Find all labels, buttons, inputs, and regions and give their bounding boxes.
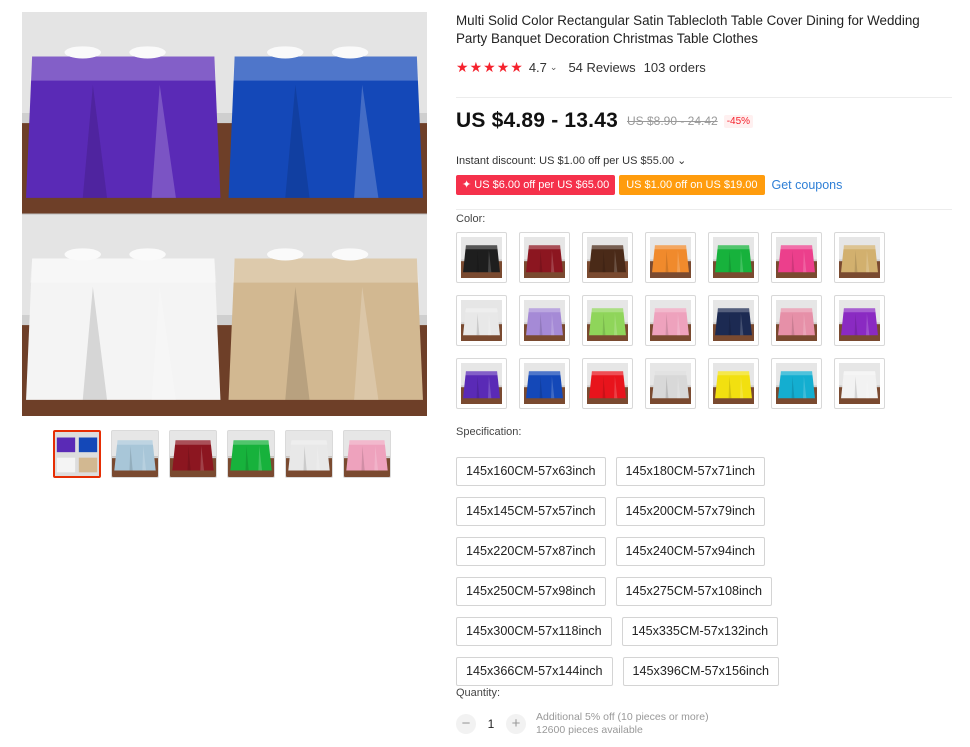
spec-option[interactable]: 145x200CM-57x79inch <box>615 497 766 526</box>
stock-available: 12600 pieces available <box>536 723 643 736</box>
star-icon: ★ <box>496 59 510 75</box>
color-swatch-19[interactable] <box>708 358 759 409</box>
color-swatch-17[interactable] <box>582 358 633 409</box>
color-label: Color: <box>456 213 486 225</box>
spec-row: 145x160CM-57x63inch 145x180CM-57x71inch <box>456 457 956 486</box>
instant-discount[interactable]: Instant discount: US $1.00 off per US $5… <box>456 154 686 167</box>
main-product-image[interactable] <box>22 12 427 416</box>
thumbnail-strip <box>53 430 391 478</box>
color-swatch-11[interactable] <box>645 295 696 346</box>
color-swatch-7[interactable] <box>834 232 885 283</box>
spec-option[interactable]: 145x335CM-57x132inch <box>621 617 779 646</box>
color-swatch-10[interactable] <box>582 295 633 346</box>
color-swatch-21[interactable] <box>834 358 885 409</box>
spec-row: 145x366CM-57x144inch 145x396CM-57x156inch <box>456 657 956 686</box>
spec-option[interactable]: 145x250CM-57x98inch <box>456 577 606 606</box>
thumbnail-2[interactable] <box>111 430 159 478</box>
color-swatch-3[interactable] <box>582 232 633 283</box>
star-icon: ★ <box>469 59 483 75</box>
color-swatch-15[interactable] <box>456 358 507 409</box>
spec-option[interactable]: 145x180CM-57x71inch <box>615 457 766 486</box>
thumbnail-5[interactable] <box>285 430 333 478</box>
star-icon: ★ <box>510 59 523 75</box>
get-coupons-link[interactable]: Get coupons <box>772 178 843 192</box>
product-title: Multi Solid Color Rectangular Satin Tabl… <box>456 13 920 46</box>
spec-option[interactable]: 145x160CM-57x63inch <box>456 457 606 486</box>
thumbnail-6[interactable] <box>343 430 391 478</box>
divider <box>456 97 952 98</box>
spec-row: 145x220CM-57x87inch 145x240CM-57x94inch <box>456 537 956 566</box>
spec-row: 145x145CM-57x57inch 145x200CM-57x79inch <box>456 497 956 526</box>
star-icon: ★ <box>456 59 469 75</box>
color-swatch-16[interactable] <box>519 358 570 409</box>
color-swatch-4[interactable] <box>645 232 696 283</box>
rating-value[interactable]: 4.7 <box>529 60 547 75</box>
spec-option[interactable]: 145x220CM-57x87inch <box>456 537 606 566</box>
spec-row: 145x300CM-57x118inch 145x335CM-57x132inch <box>456 617 956 646</box>
coupon-select[interactable]: US $1.00 off on US $19.00 <box>619 175 765 195</box>
quantity-input[interactable]: 1 <box>476 717 506 731</box>
star-icon: ★ <box>483 59 496 75</box>
specification-options: 145x160CM-57x63inch 145x180CM-57x71inch 14… <box>456 457 956 697</box>
thumbnail-3[interactable] <box>169 430 217 478</box>
orders-count: 103 orders <box>643 59 706 75</box>
thumbnail-4[interactable] <box>227 430 275 478</box>
spec-option[interactable]: 145x145CM-57x57inch <box>456 497 606 526</box>
quantity-stepper: − 1 + Additional 5% off (10 pieces or mo… <box>456 711 709 736</box>
quantity-note: Additional 5% off (10 pieces or more) 12… <box>536 711 709 736</box>
color-swatch-20[interactable] <box>771 358 822 409</box>
tablecloth-photo <box>22 12 427 416</box>
color-swatch-2[interactable] <box>519 232 570 283</box>
spec-option[interactable]: 145x366CM-57x144inch <box>456 657 613 686</box>
spec-option[interactable]: 145x275CM-57x108inch <box>615 577 773 606</box>
color-swatch-5[interactable] <box>708 232 759 283</box>
color-swatch-9[interactable] <box>519 295 570 346</box>
spec-option[interactable]: 145x396CM-57x156inch <box>622 657 780 686</box>
color-swatch-13[interactable] <box>771 295 822 346</box>
decrease-quantity-button[interactable]: − <box>456 713 476 734</box>
color-swatch-18[interactable] <box>645 358 696 409</box>
rating-row: ★ ★ ★ ★ ★ 4.7 ⌄ 54 Reviews 103 orders <box>456 59 956 75</box>
spec-row: 145x250CM-57x98inch 145x275CM-57x108inch <box>456 577 956 606</box>
color-swatch-12[interactable] <box>708 295 759 346</box>
thumbnail-1[interactable] <box>53 430 101 478</box>
divider <box>456 209 952 210</box>
star-rating: ★ ★ ★ ★ ★ <box>456 60 523 74</box>
price-row: US $4.89 - 13.43 US $8.90 - 24.42 -45% <box>456 107 754 135</box>
color-options <box>456 232 885 409</box>
color-swatch-1[interactable] <box>456 232 507 283</box>
current-price: US $4.89 - 13.43 <box>456 109 618 132</box>
specification-label: Specification: <box>456 426 522 438</box>
discount-badge: -45% <box>723 114 754 128</box>
original-price: US $8.90 - 24.42 <box>626 114 718 128</box>
spec-option[interactable]: 145x240CM-57x94inch <box>615 537 766 566</box>
increase-quantity-button[interactable]: + <box>506 713 526 734</box>
quantity-label: Quantity: <box>456 687 501 699</box>
bulk-discount-note: Additional 5% off (10 pieces or more) <box>536 711 709 723</box>
coupon-store[interactable]: ✦ US $6.00 off per US $65.00 <box>456 175 616 195</box>
color-swatch-6[interactable] <box>771 232 822 283</box>
spec-option[interactable]: 145x300CM-57x118inch <box>456 617 612 646</box>
color-swatch-8[interactable] <box>456 295 507 346</box>
color-swatch-14[interactable] <box>834 295 885 346</box>
product-info: Multi Solid Color Rectangular Satin Tabl… <box>456 12 956 736</box>
reviews-link[interactable]: 54 Reviews <box>568 60 635 75</box>
chevron-down-icon[interactable]: ⌄ <box>550 62 558 73</box>
coupon-row: ✦ US $6.00 off per US $65.00 US $1.00 of… <box>456 175 842 195</box>
